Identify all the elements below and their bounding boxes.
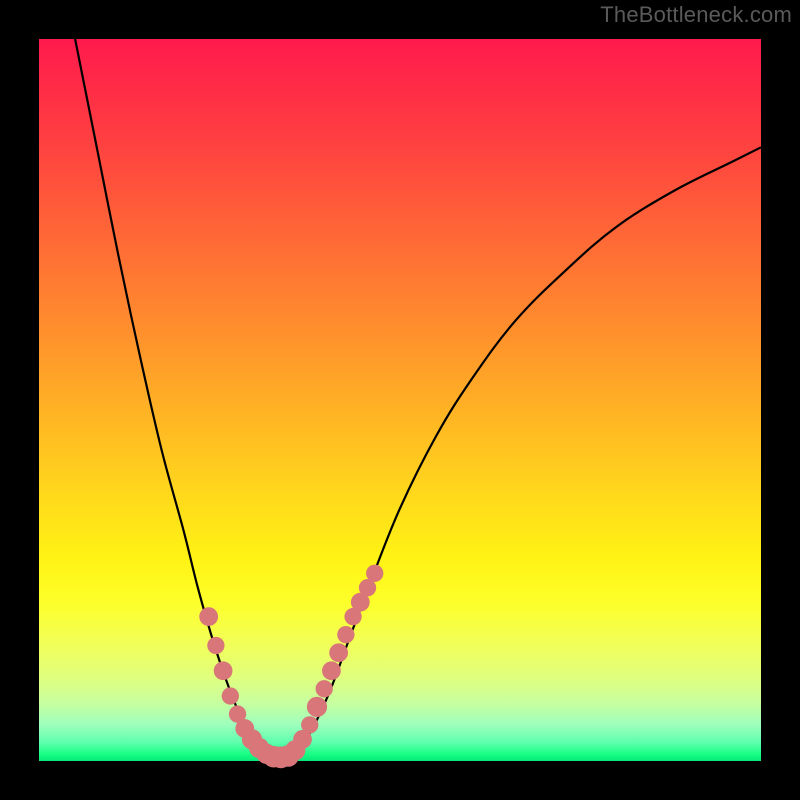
marker-dot xyxy=(337,626,354,643)
plot-area xyxy=(39,39,761,761)
marker-dots xyxy=(199,565,383,769)
marker-dot xyxy=(316,680,333,697)
marker-dot xyxy=(199,607,218,626)
chart-svg xyxy=(39,39,761,761)
marker-dot xyxy=(307,697,327,717)
watermark-text: TheBottleneck.com xyxy=(600,2,792,28)
marker-dot xyxy=(207,637,224,654)
marker-dot xyxy=(366,565,383,582)
marker-dot xyxy=(214,661,233,680)
left-curve xyxy=(75,39,277,758)
marker-dot xyxy=(222,687,239,704)
marker-dot xyxy=(322,661,341,680)
marker-dot xyxy=(329,643,348,662)
right-curve xyxy=(277,147,761,758)
marker-dot xyxy=(301,716,318,733)
chart-frame: TheBottleneck.com xyxy=(0,0,800,800)
